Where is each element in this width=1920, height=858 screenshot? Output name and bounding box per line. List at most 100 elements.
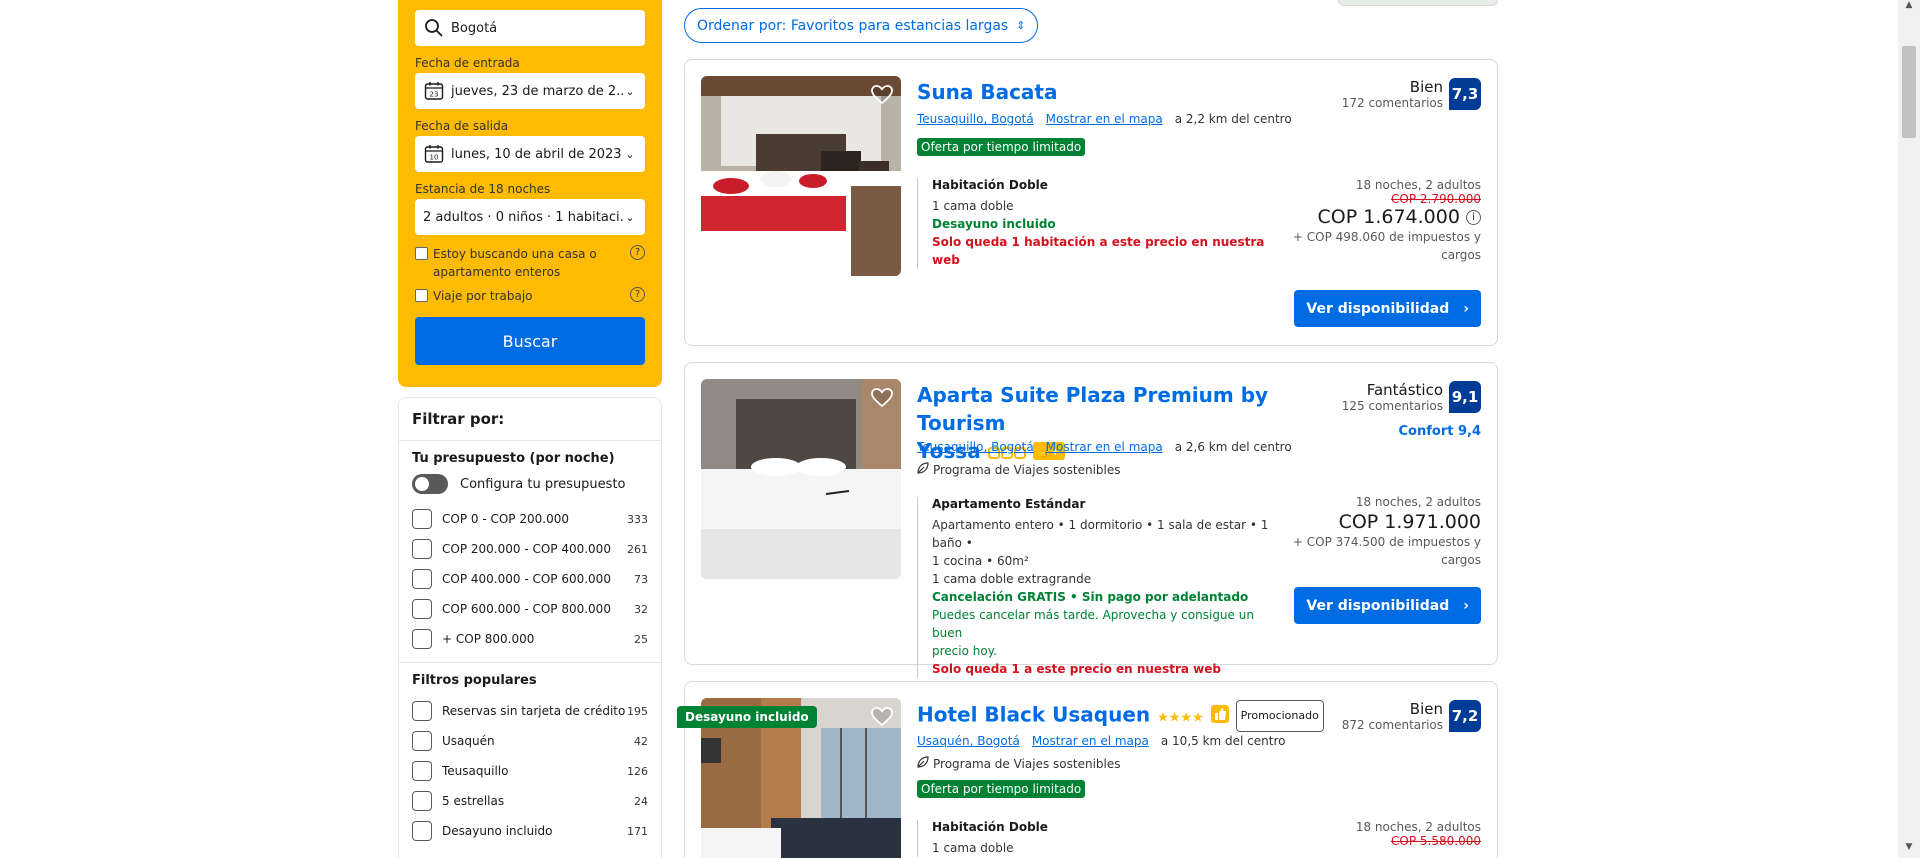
hotel-location: Teusaquillo, Bogotá Mostrar en el mapa a… bbox=[917, 440, 1292, 454]
whole-place-checkbox[interactable] bbox=[415, 247, 428, 260]
review-count: 872 comentarios bbox=[1341, 718, 1443, 732]
checkin-day: 23 bbox=[430, 91, 439, 99]
budget-toggle[interactable] bbox=[412, 474, 448, 494]
checkin-field[interactable]: 23 jueves, 23 de marzo de 2... ⌄ bbox=[415, 73, 645, 109]
work-trip-checkbox[interactable] bbox=[415, 289, 428, 302]
filter-option[interactable]: COP 600.000 - COP 800.000 32 bbox=[412, 594, 648, 624]
review-count: 125 comentarios bbox=[1341, 399, 1443, 413]
score-badge: 7,3 bbox=[1449, 78, 1481, 110]
filter-checkbox[interactable] bbox=[412, 629, 432, 649]
bed-info: 1 cama doble extragrande bbox=[932, 572, 1092, 586]
hotel-name-link[interactable]: Hotel Black Usaquen ★★★★ Promocionado bbox=[917, 700, 1324, 733]
hotel-card: Desayuno incluido Hotel Black Usaquen ★★… bbox=[677, 681, 1498, 858]
see-availability-button[interactable]: Ver disponibilidad › bbox=[1294, 587, 1481, 624]
filter-option[interactable]: 5 estrellas 24 bbox=[412, 786, 648, 816]
destination-value: Bogotá bbox=[451, 20, 498, 36]
budget-toggle-label: Configura tu presupuesto bbox=[460, 476, 626, 492]
review-score[interactable]: Bien 872 comentarios 7,2 bbox=[1342, 700, 1481, 732]
work-trip-option[interactable]: Viaje por trabajo ? bbox=[415, 287, 645, 305]
filter-option[interactable]: COP 0 - COP 200.000 333 bbox=[412, 504, 648, 534]
info-icon[interactable]: i bbox=[1466, 210, 1481, 225]
room-info: Apartamento Estándar Apartamento entero … bbox=[917, 497, 1277, 678]
filter-option[interactable]: + COP 800.000 25 bbox=[412, 624, 648, 654]
area-link[interactable]: Teusaquillo, Bogotá bbox=[917, 112, 1034, 126]
filter-checkbox[interactable] bbox=[412, 701, 432, 721]
filter-option[interactable]: COP 200.000 - COP 400.000 261 bbox=[412, 534, 648, 564]
room-info: Habitación Doble 1 cama doble Desayuno i… bbox=[917, 178, 1267, 269]
filter-option[interactable]: Teusaquillo 126 bbox=[412, 756, 648, 786]
help-icon[interactable]: ? bbox=[630, 287, 645, 302]
whole-place-label: Estoy buscando una casa o apartamento en… bbox=[433, 247, 597, 279]
cancellation-sub-2: precio hoy. bbox=[932, 644, 997, 658]
hotel-name-link[interactable]: Suna Bacata bbox=[917, 78, 1058, 106]
guests-field[interactable]: 2 adultos · 0 niños · 1 habitaci... ⌄ bbox=[415, 199, 645, 235]
sort-button[interactable]: Ordenar por: Favoritos para estancias la… bbox=[684, 8, 1039, 43]
scarcity-message: Solo queda 1 a este precio en nuestra we… bbox=[932, 662, 1221, 676]
destination-input[interactable]: Bogotá bbox=[415, 10, 645, 46]
search-panel: Bogotá Fecha de entrada 23 jueves, 23 de… bbox=[398, 0, 662, 387]
area-link[interactable]: Usaquén, Bogotá bbox=[917, 734, 1020, 748]
favorite-heart-icon[interactable] bbox=[869, 704, 895, 730]
tax-line-2: cargos bbox=[1441, 553, 1481, 567]
show-on-map-link[interactable]: Mostrar en el mapa bbox=[1046, 112, 1163, 126]
whole-place-option[interactable]: Estoy buscando una casa o apartamento en… bbox=[415, 245, 645, 281]
filter-checkbox[interactable] bbox=[412, 731, 432, 751]
filter-checkbox[interactable] bbox=[412, 821, 432, 841]
filter-count: 261 bbox=[627, 542, 648, 556]
limited-offer-badge: Oferta por tiempo limitado bbox=[917, 780, 1086, 798]
distance-text: a 10,5 km del centro bbox=[1160, 734, 1286, 748]
scroll-up-arrow-icon[interactable]: ▲ bbox=[1898, 0, 1920, 16]
sort-label: Ordenar por: Favoritos para estancias la… bbox=[697, 17, 1009, 34]
review-score[interactable]: Fantástico 125 comentarios 9,1 bbox=[1342, 381, 1481, 413]
filter-label: 5 estrellas bbox=[442, 794, 505, 808]
current-price: COP 1.674.000 bbox=[1317, 206, 1460, 228]
filter-option[interactable]: Usaquén 42 bbox=[412, 726, 648, 756]
filter-checkbox[interactable] bbox=[412, 569, 432, 589]
calendar-icon: 23 bbox=[423, 80, 445, 102]
scrollbar-thumb[interactable] bbox=[1902, 46, 1916, 138]
page: Bogotá Fecha de entrada 23 jueves, 23 de… bbox=[0, 0, 1920, 858]
hotel-photo[interactable] bbox=[701, 76, 901, 276]
budget-toggle-row[interactable]: Configura tu presupuesto bbox=[412, 474, 648, 494]
stay-label: Estancia de 18 noches bbox=[415, 182, 551, 196]
filter-count: 24 bbox=[634, 794, 648, 808]
filter-checkbox[interactable] bbox=[412, 539, 432, 559]
filter-option[interactable]: COP 400.000 - COP 600.000 73 bbox=[412, 564, 648, 594]
area-link[interactable]: Teusaquillo, Bogotá bbox=[917, 440, 1034, 454]
scroll-down-arrow-icon[interactable]: ▼ bbox=[1898, 842, 1920, 858]
filter-label: COP 0 - COP 200.000 bbox=[442, 512, 569, 526]
filters-panel: Filtrar por: Tu presupuesto (por noche) … bbox=[398, 397, 662, 858]
favorite-heart-icon[interactable] bbox=[869, 385, 895, 411]
filter-label: + COP 800.000 bbox=[442, 632, 535, 646]
checkout-value: lunes, 10 de abril de 2023 bbox=[451, 146, 622, 162]
filter-count: 42 bbox=[634, 734, 648, 748]
price-block: 18 noches, 2 adultos COP 2.790.000 COP 1… bbox=[1281, 178, 1481, 264]
show-on-map-link[interactable]: Mostrar en el mapa bbox=[1046, 440, 1163, 454]
hotel-photo[interactable] bbox=[701, 379, 901, 579]
filter-label: Usaquén bbox=[442, 734, 495, 748]
favorite-heart-icon[interactable] bbox=[869, 82, 895, 108]
see-availability-button[interactable]: Ver disponibilidad › bbox=[1294, 290, 1481, 327]
filter-checkbox[interactable] bbox=[412, 599, 432, 619]
checkin-value: jueves, 23 de marzo de 2... bbox=[451, 83, 623, 99]
work-trip-label: Viaje por trabajo bbox=[433, 289, 533, 303]
filter-label: COP 600.000 - COP 800.000 bbox=[442, 602, 611, 616]
filter-option[interactable]: Reservas sin tarjeta de crédito 195 bbox=[412, 696, 648, 726]
distance-text: a 2,6 km del centro bbox=[1174, 440, 1292, 454]
checkout-field[interactable]: 10 lunes, 10 de abril de 2023 ⌄ bbox=[415, 136, 645, 172]
guests-value: 2 adultos · 0 niños · 1 habitaci... bbox=[423, 209, 623, 225]
page-scrollbar[interactable]: ▲ ▼ bbox=[1898, 0, 1920, 858]
help-icon[interactable]: ? bbox=[630, 245, 645, 260]
show-on-map-link[interactable]: Mostrar en el mapa bbox=[1032, 734, 1149, 748]
filter-checkbox[interactable] bbox=[412, 509, 432, 529]
breakfast-ribbon: Desayuno incluido bbox=[677, 706, 817, 728]
search-button[interactable]: Buscar bbox=[415, 317, 645, 365]
filter-checkbox[interactable] bbox=[412, 791, 432, 811]
filter-checkbox[interactable] bbox=[412, 761, 432, 781]
filter-option[interactable]: Desayuno incluido 171 bbox=[412, 816, 648, 846]
filter-label: Desayuno incluido bbox=[442, 824, 553, 838]
map-thumbnail[interactable] bbox=[1338, 0, 1498, 6]
review-score[interactable]: Bien 172 comentarios 7,3 bbox=[1342, 78, 1481, 110]
chevron-down-icon: ⌄ bbox=[625, 147, 635, 161]
see-availability-label: Ver disponibilidad bbox=[1306, 300, 1450, 317]
